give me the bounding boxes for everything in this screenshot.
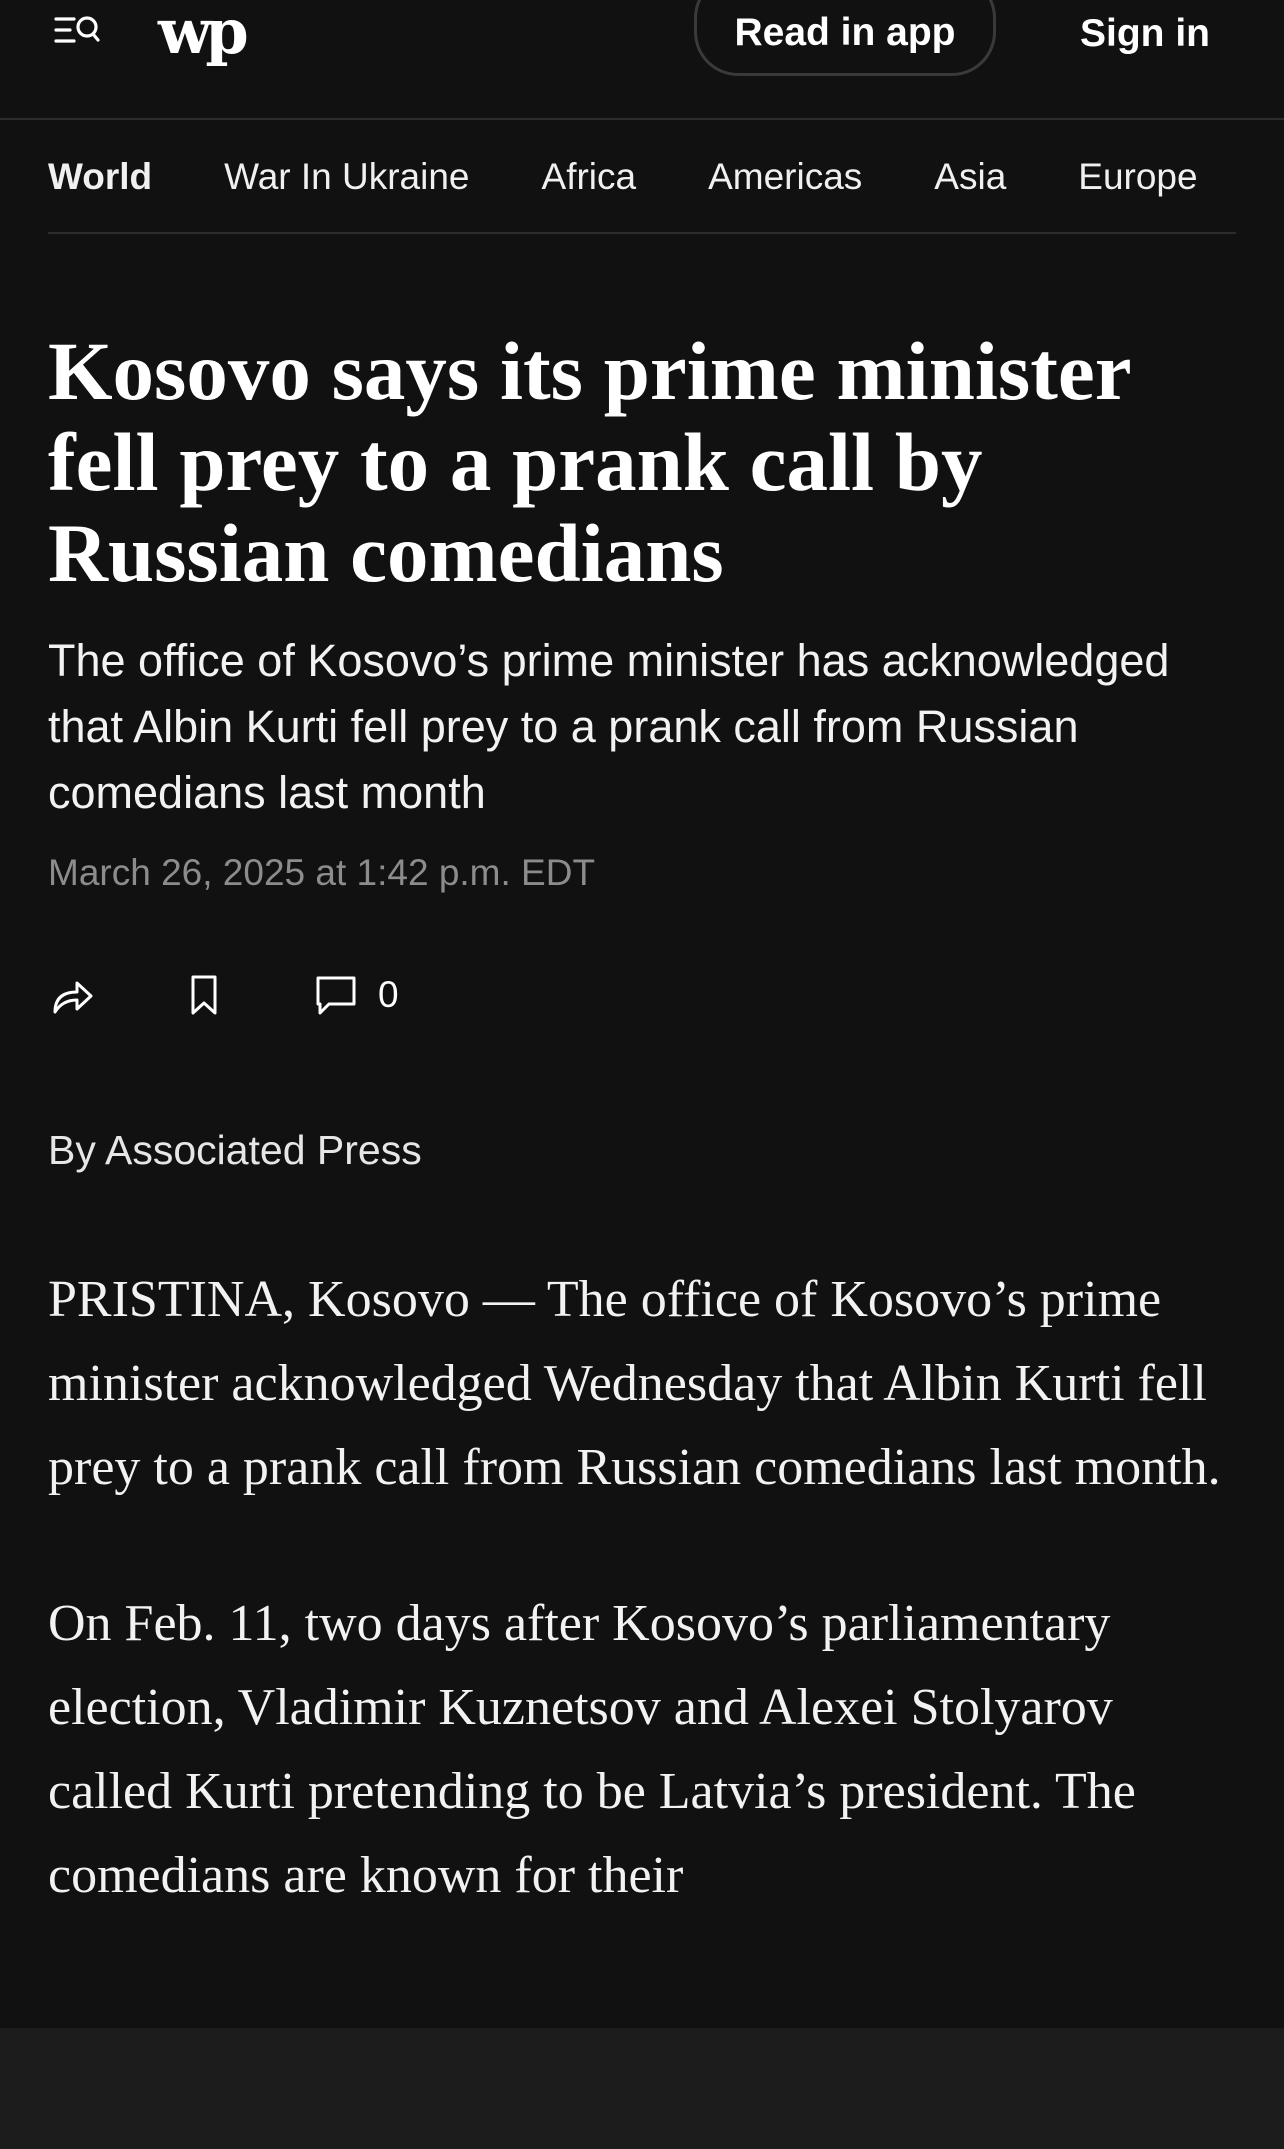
article-headline: Kosovo says its prime minister fell prey… [48,325,1131,599]
article-timestamp: March 26, 2025 at 1:42 p.m. EDT [48,852,596,893]
article-body: PRISTINA, Kosovo — The office of Kosovo’… [48,1258,1248,1990]
comment-count[interactable]: 0 [378,971,399,1019]
read-in-app-button[interactable]: Read in app [694,0,996,76]
tab-americas[interactable]: Americas [708,122,862,232]
washington-post-logo[interactable]: wp [158,0,249,78]
sign-in-link[interactable]: Sign in [1050,6,1240,66]
body-paragraph: PRISTINA, Kosovo — The office of Kosovo’… [48,1271,1221,1496]
bookmark-icon[interactable] [180,971,228,1019]
tab-war-in-ukraine[interactable]: War In Ukraine [224,122,469,232]
menu-search-icon[interactable] [52,10,102,60]
section-nav: World War In Ukraine Africa Americas Asi… [48,122,1236,234]
article-actions: 0 [48,970,399,1020]
article-dek: The office of Kosovo’s prime minister ha… [48,635,1170,818]
article-byline: By Associated Press [48,1127,422,1173]
tab-world[interactable]: World [48,122,152,232]
tab-europe[interactable]: Europe [1078,122,1197,232]
top-bar: wp Read in app Sign in [0,0,1284,120]
comment-icon[interactable] [312,971,360,1019]
body-paragraph: On Feb. 11, two days after Kosovo’s parl… [48,1595,1136,1904]
share-icon[interactable] [48,971,96,1019]
bottom-bar [0,2028,1284,2149]
tab-africa[interactable]: Africa [542,122,637,232]
tab-asia[interactable]: Asia [934,122,1006,232]
